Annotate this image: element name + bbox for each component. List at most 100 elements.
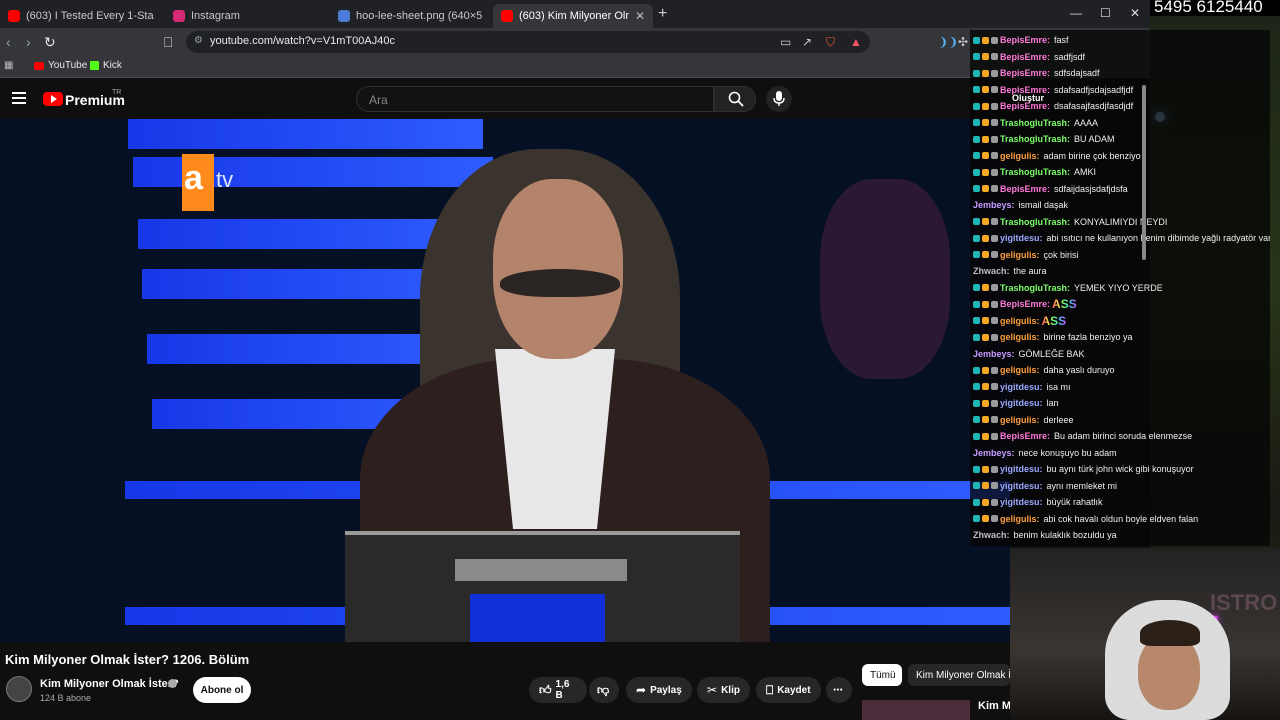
chat-username[interactable]: BepisEmre: [1000,68,1050,78]
reload-icon[interactable]: ↻ [44,34,56,51]
chat-username[interactable]: yigitdesu: [1000,382,1043,392]
chat-message: geligulis: çok birisi [973,247,1079,263]
thumbs-up-icon: 👍︎ [539,682,552,697]
chat-username[interactable]: yigitdesu: [1000,464,1043,474]
chat-username[interactable]: geligulis: [1000,250,1040,260]
chat-text: BU ADAM [1074,134,1115,144]
chat-message: Jembeys: nece konuşuyo bu adam [973,445,1117,461]
stage-light [128,119,483,149]
chat-username[interactable]: geligulis: [1000,514,1040,524]
chat-username[interactable]: TrashogluTrash: [1000,118,1070,128]
search-placeholder: Ara [369,93,388,107]
chip-channel[interactable]: Kim Milyoner Olmak İster [908,664,1010,686]
chat-username[interactable]: BepisEmre: [1000,35,1050,45]
chat-badge-icon [991,234,998,242]
extension-icon[interactable]: ❩❩ [938,35,958,49]
search-button[interactable] [714,86,756,112]
cast-icon[interactable]: ▭ [780,35,791,49]
tab-instagram[interactable]: Instagram [165,4,327,28]
forward-icon[interactable]: › [26,34,31,50]
dislike-button[interactable]: 👎︎ [589,677,619,703]
chat-username[interactable]: BepisEmre: [1000,431,1050,441]
chat-username[interactable]: geligulis: [1000,415,1040,425]
youtube-logo-icon[interactable] [43,92,63,106]
brave-shield-icon[interactable]: ⛉ [826,35,835,50]
chat-username[interactable]: yigitdesu: [1000,481,1043,491]
bookmark-icon[interactable]: ⎕ [164,34,172,51]
bookmark-youtube[interactable]: YouTube [34,60,87,71]
chat-badge-icon [973,168,980,176]
chat-username[interactable]: TrashogluTrash: [1000,283,1070,293]
chat-badge-icon [982,251,989,258]
chat-username[interactable]: geligulis: [1000,332,1040,342]
chat-username[interactable]: TrashogluTrash: [1000,217,1070,227]
chat-username[interactable]: Jembeys: [973,349,1015,359]
save-button[interactable]: ⎕ Kaydet [756,677,821,703]
stage-light [147,334,467,364]
search-input[interactable]: Ara [356,86,714,112]
chat-badge-icon [991,333,998,341]
chat-username[interactable]: geligulis: [1000,316,1040,326]
close-icon[interactable]: ✕ [635,9,645,23]
tab-label: (603) Kim Milyoner Olmak İster [519,10,629,22]
chip-all[interactable]: Tümü [862,664,902,686]
chat-username[interactable]: BepisEmre: [1000,52,1050,62]
chat-username[interactable]: TrashogluTrash: [1000,167,1070,177]
new-tab-button[interactable]: + [658,5,667,23]
chat-username[interactable]: yigitdesu: [1000,233,1043,243]
minimize-icon[interactable]: — [1070,6,1082,20]
bookmark-kick[interactable]: Kick [90,60,122,71]
chat-username[interactable]: geligulis: [1000,151,1040,161]
chat-username[interactable]: yigitdesu: [1000,497,1043,507]
recommended-thumbnail[interactable] [862,700,970,720]
chat-message: TrashogluTrash: AAAA [973,115,1098,131]
chat-username[interactable]: yigitdesu: [1000,398,1043,408]
chat-badge-icon [991,102,998,110]
clip-button[interactable]: ✂ Klip [697,677,750,703]
puzzle-icon[interactable]: ✣ [958,35,968,49]
tab-hotel-video[interactable]: (603) I Tested Every 1-Star Hotel - Yo [0,4,162,28]
site-info-icon[interactable]: ⚙ [194,35,203,46]
chat-badge-icon [973,465,980,473]
chat-username[interactable]: BepisEmre: [1000,299,1050,309]
chat-username[interactable]: geligulis: [1000,365,1040,375]
chat-scrollbar[interactable] [1142,85,1146,260]
chat-username[interactable]: Jembeys: [973,448,1015,458]
chat-badge-icon [982,284,989,291]
chat-text: büyük rahatlık [1046,497,1103,507]
chat-username[interactable]: BepisEmre: [1000,184,1050,194]
share-button[interactable]: ➦ Paylaş [626,677,692,703]
tab-active-video[interactable]: (603) Kim Milyoner Olmak İster ✕ [493,4,653,28]
tab-image[interactable]: hoo-lee-sheet.png (640×538) [330,4,490,28]
chat-message: geligulis: derleee [973,412,1074,428]
voice-search-button[interactable] [766,86,792,112]
chat-username[interactable]: TrashogluTrash: [1000,134,1070,144]
menu-icon[interactable] [12,92,26,107]
close-window-icon[interactable]: ✕ [1130,6,1140,20]
chat-username[interactable]: Zhwach: [973,530,1010,540]
video-player[interactable]: a tv [0,119,1010,642]
address-bar[interactable]: ⚙ youtube.com/watch?v=V1mT00AJ40c [186,31,870,53]
chat-badge-icon [991,185,998,192]
instagram-icon [173,10,185,22]
region-code: TR [112,89,122,96]
chat-badge-icon [991,251,998,258]
chat-badge-icon [982,102,989,110]
subscriber-count: 124 B abone [40,693,92,703]
like-button[interactable]: 👍︎ 1,6 B [529,677,587,703]
channel-name[interactable]: Kim Milyoner Olmak İster? [40,678,179,690]
chat-text: Bu adam birinci soruda elenmezse [1054,431,1193,441]
chat-username[interactable]: Jembeys: [973,200,1015,210]
rewards-icon[interactable]: ▲ [850,35,862,49]
back-icon[interactable]: ‹ [6,34,11,50]
maximize-icon[interactable]: ☐ [1100,6,1111,20]
chat-username[interactable]: Zhwach: [973,266,1010,276]
channel-avatar[interactable] [6,676,32,702]
more-actions-button[interactable]: ⋯ [826,677,852,703]
chat-message: geligulis: daha yaslı duruyo [973,362,1115,378]
thumbs-down-icon: 👎︎ [597,682,610,697]
chat-badge-icon [991,218,998,225]
apps-icon[interactable]: ▦ [4,60,13,71]
subscribe-button[interactable]: Abone ol [193,677,251,703]
share-icon[interactable]: ↗ [802,35,812,49]
